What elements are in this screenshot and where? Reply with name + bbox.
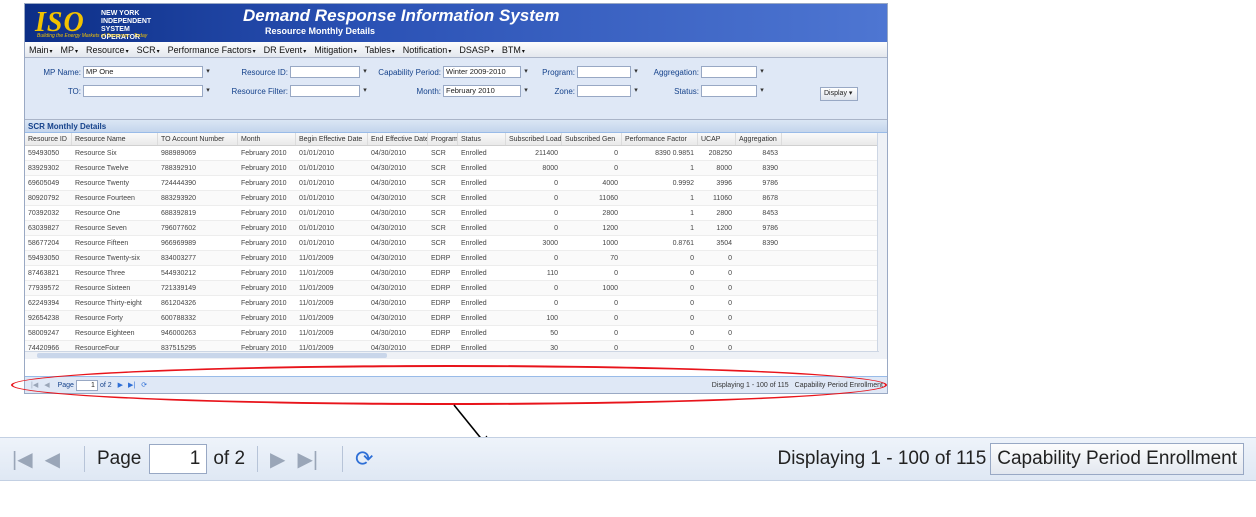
page-input[interactable]: 1: [149, 444, 208, 474]
grid-pager: |◀ ◀ Page 1 of 2 ▶ ▶| ⟳ Displaying 1 - 1…: [0, 437, 1256, 481]
prev-page-icon[interactable]: ◀: [45, 447, 60, 472]
pager-separator: [342, 446, 344, 472]
pager-separator: [257, 446, 259, 472]
capability-period-enrollment-button[interactable]: Capability Period Enrollment: [990, 443, 1244, 475]
first-page-icon[interactable]: |◀: [12, 447, 33, 472]
page-count: of 2: [213, 448, 246, 469]
paging-status: Displaying 1 - 100 of 115: [777, 448, 987, 469]
last-page-icon[interactable]: ▶|: [297, 447, 318, 472]
refresh-icon[interactable]: ⟳: [355, 446, 373, 472]
pager-separator: [83, 446, 85, 472]
page-label: Page: [96, 448, 142, 469]
next-page-icon[interactable]: ▶: [270, 447, 285, 472]
